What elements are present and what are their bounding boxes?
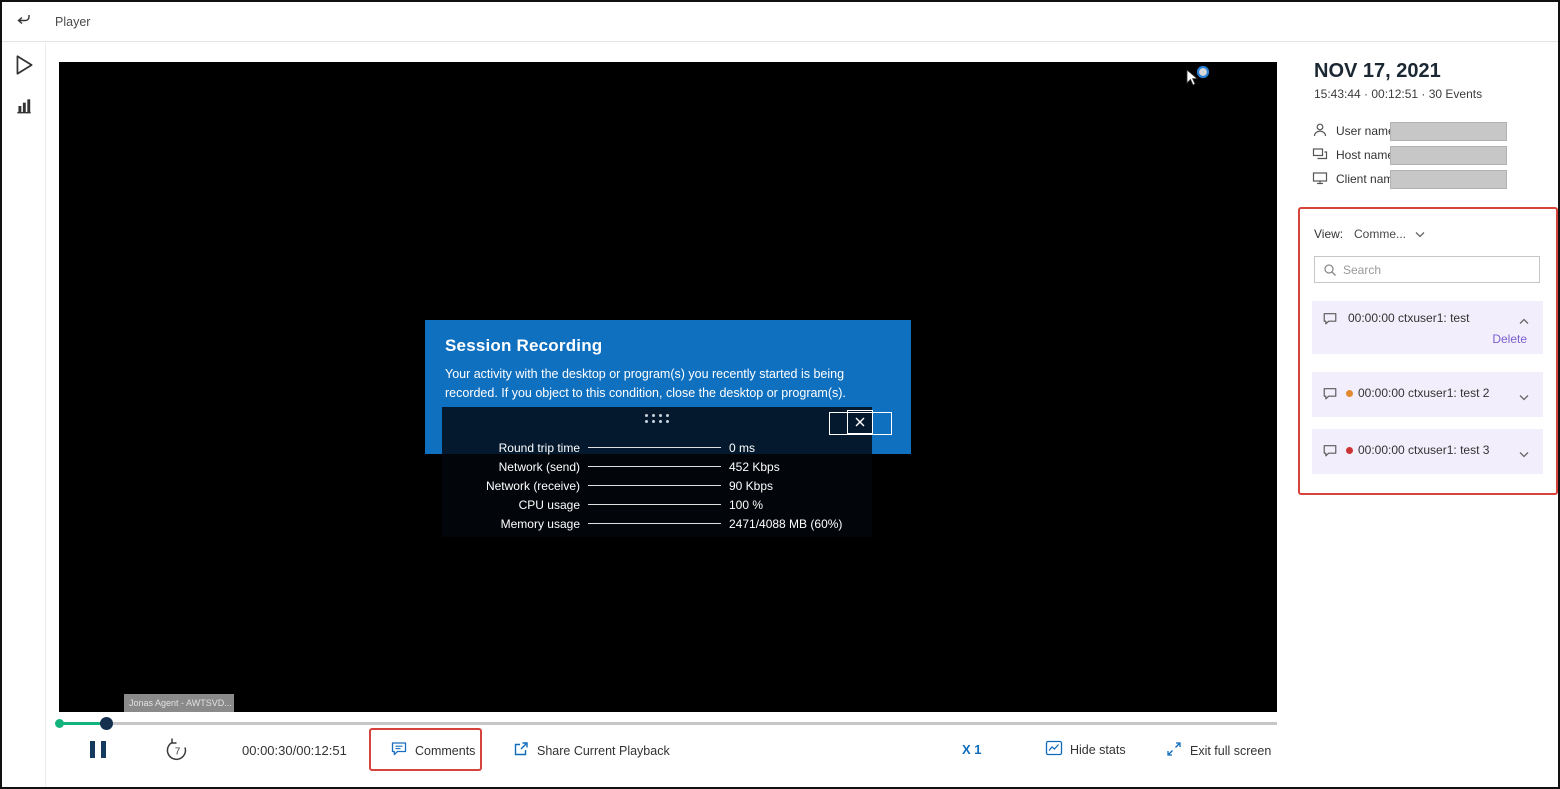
recording-date: NOV 17, 2021 (1314, 60, 1441, 83)
exit-fullscreen-label: Exit full screen (1190, 744, 1271, 758)
host-icon (1312, 146, 1328, 167)
stat-value: 0 ms (729, 441, 860, 455)
comment-item[interactable]: 00:00:00 ctxuser1: test Delete (1312, 301, 1543, 354)
rewind-7-icon: 7 (164, 737, 190, 766)
comment-text: 00:00:00 ctxuser1: test (1348, 311, 1469, 325)
pause-icon (90, 741, 106, 758)
chevron-down-icon[interactable] (1519, 446, 1529, 461)
close-icon (855, 415, 865, 430)
stat-sparkline (588, 523, 721, 524)
seek-bar-progress (59, 722, 106, 725)
event-dot-red (1346, 447, 1353, 454)
view-selected-value: Comme... (1354, 227, 1406, 241)
exit-fullscreen-icon (1165, 740, 1183, 761)
dialog-title: Session Recording (445, 336, 891, 356)
share-current-playback-button[interactable]: Share Current Playback (512, 740, 670, 761)
stats-chart-icon (1045, 740, 1063, 759)
dialog-body-text: Your activity with the desktop or progra… (445, 365, 897, 403)
svg-text:7: 7 (175, 747, 181, 758)
play-icon (13, 53, 35, 80)
rewind-7s-button[interactable]: 7 (164, 737, 190, 766)
seek-bar-handle[interactable] (100, 717, 113, 730)
comment-item[interactable]: 00:00:00 ctxuser1: test 3 (1312, 429, 1543, 474)
exit-fullscreen-button[interactable]: Exit full screen (1165, 740, 1271, 761)
stat-row: Network (receive) 90 Kbps (442, 476, 860, 495)
recording-meta: 15:43:44 · 00:12:51 · 30 Events (1314, 87, 1482, 101)
view-label: View: (1314, 227, 1343, 241)
stat-label: Network (send) (442, 460, 580, 474)
comment-text: 00:00:00 ctxuser1: test 3 (1358, 443, 1489, 457)
stat-row: Memory usage 2471/4088 MB (60%) (442, 514, 860, 533)
playback-tab-button[interactable] (13, 53, 35, 80)
stat-row: CPU usage 100 % (442, 495, 860, 514)
hide-stats-button[interactable]: Hide stats (1045, 740, 1126, 759)
stat-row: Network (send) 452 Kbps (442, 457, 860, 476)
chevron-down-icon[interactable] (1519, 389, 1529, 404)
stat-sparkline (588, 485, 721, 486)
stat-value: 452 Kbps (729, 460, 860, 474)
stats-close-button[interactable] (847, 410, 873, 434)
seek-bar-start-marker (55, 719, 64, 728)
user-name-value-redacted (1390, 122, 1507, 141)
monitor-icon (1312, 170, 1328, 191)
stat-label: Round trip time (442, 441, 580, 455)
stat-label: Memory usage (442, 517, 580, 531)
comments-button-label: Comments (415, 744, 475, 758)
chevron-down-icon (1415, 227, 1425, 241)
top-bar: Player (2, 2, 1558, 42)
user-name-label: User name: (1336, 124, 1398, 138)
comment-icon (1322, 311, 1338, 332)
event-dot-orange (1346, 390, 1353, 397)
host-name-label: Host name: (1336, 148, 1397, 162)
back-icon (15, 11, 33, 32)
session-recording-player: Player Se (0, 0, 1560, 789)
search-input[interactable] (1343, 257, 1537, 282)
seek-bar-track[interactable] (59, 722, 1277, 725)
stat-sparkline (588, 447, 721, 448)
stat-label: Network (receive) (442, 479, 580, 493)
stats-rows: Round trip time 0 ms Network (send) 452 … (442, 438, 860, 533)
chevron-up-icon[interactable] (1519, 313, 1529, 328)
stat-value: 2471/4088 MB (60%) (729, 517, 860, 531)
comment-text: 00:00:00 ctxuser1: test 2 (1358, 386, 1489, 400)
user-icon (1312, 122, 1328, 143)
playback-speed-button[interactable]: X 1 (962, 742, 982, 757)
page-title: Player (55, 15, 90, 29)
stat-value: 90 Kbps (729, 479, 860, 493)
stat-sparkline (588, 466, 721, 467)
mouse-cursor-icon (1185, 69, 1199, 92)
delete-comment-link[interactable]: Delete (1492, 332, 1527, 346)
stat-value: 100 % (729, 498, 860, 512)
session-stats-overlay: Round trip time 0 ms Network (send) 452 … (442, 407, 872, 537)
search-box (1314, 256, 1540, 283)
events-stats-tab-button[interactable] (14, 96, 34, 119)
comment-icon (1322, 443, 1338, 464)
pause-button[interactable] (90, 741, 106, 758)
recorded-app-taskbar-label: Jonas Agent - AWTSVD... (124, 694, 234, 712)
stat-label: CPU usage (442, 498, 580, 512)
video-surface: Session Recording Your activity with the… (59, 62, 1277, 712)
share-button-label: Share Current Playback (537, 744, 670, 758)
hide-stats-label: Hide stats (1070, 743, 1126, 757)
drag-handle-icon[interactable] (645, 414, 669, 423)
left-rail (2, 43, 46, 787)
stat-sparkline (588, 504, 721, 505)
back-button[interactable] (15, 11, 33, 32)
client-name-value-redacted (1390, 170, 1507, 189)
share-icon (512, 740, 530, 761)
comment-bubble-icon (390, 740, 408, 761)
playback-time: 00:00:30/00:12:51 (242, 743, 347, 758)
comments-button[interactable]: Comments (390, 740, 475, 761)
view-dropdown[interactable]: Comme... (1354, 227, 1425, 241)
host-name-value-redacted (1390, 146, 1507, 165)
comment-icon (1322, 386, 1338, 407)
stat-row: Round trip time 0 ms (442, 438, 860, 457)
search-icon (1323, 263, 1337, 282)
comment-item[interactable]: 00:00:00 ctxuser1: test 2 (1312, 372, 1543, 417)
bar-chart-icon (14, 96, 34, 119)
